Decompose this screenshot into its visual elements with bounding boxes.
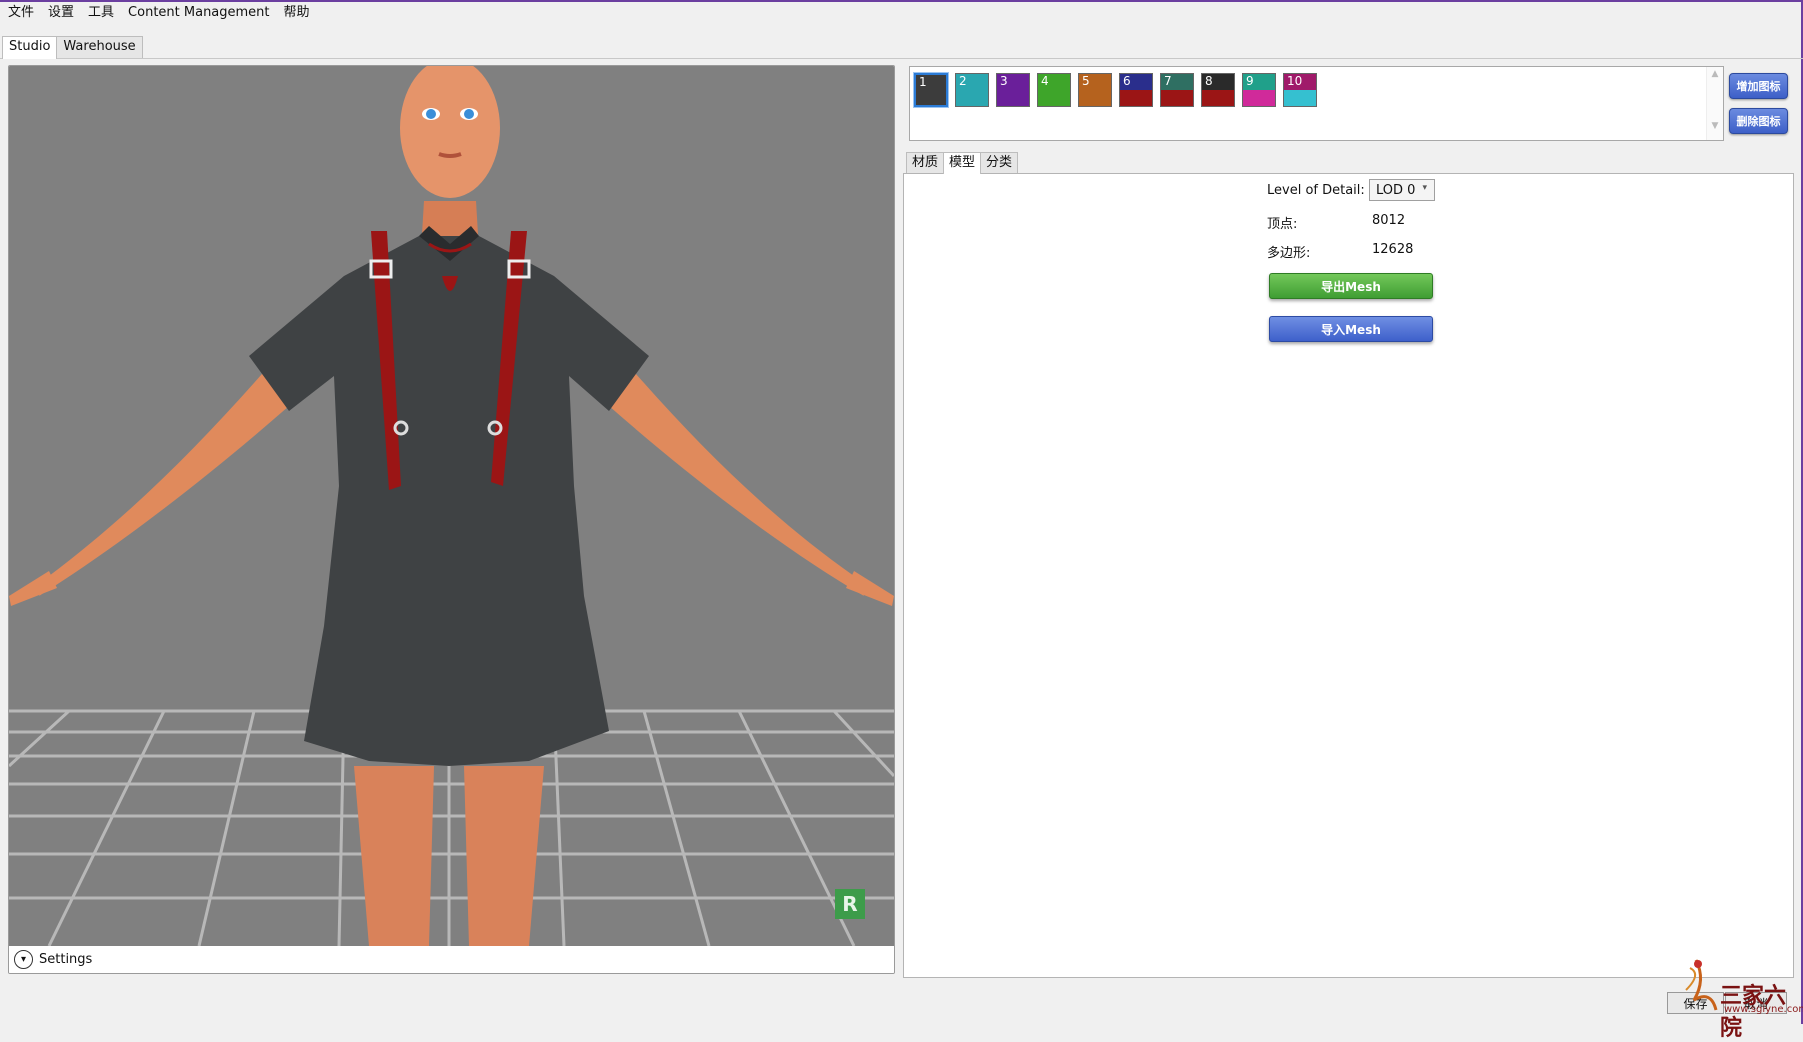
menu-settings[interactable]: 设置 [41, 2, 81, 24]
swatch-color-bottom [1120, 90, 1152, 106]
model-render [9, 66, 894, 946]
lod-dropdown[interactable]: LOD 0 ▾ [1369, 179, 1435, 201]
swatch-color-bottom [1243, 90, 1275, 106]
tab-model[interactable]: 模型 [943, 152, 982, 174]
swatch-10[interactable]: 10 [1283, 73, 1317, 107]
swatch-3[interactable]: 3 [996, 73, 1030, 107]
swatch-number: 7 [1164, 74, 1172, 88]
swatch-8[interactable]: 8 [1201, 73, 1235, 107]
swatch-5[interactable]: 5 [1078, 73, 1112, 107]
swatch-number: 6 [1123, 74, 1131, 88]
menu-help[interactable]: 帮助 [277, 2, 317, 24]
menu-bar: 文件 设置 工具 Content Management 帮助 [0, 2, 1800, 24]
swatch-color-bottom [1284, 90, 1316, 106]
swatch-9[interactable]: 9 [1242, 73, 1276, 107]
swatch-2[interactable]: 2 [955, 73, 989, 107]
swatch-4[interactable]: 4 [1037, 73, 1071, 107]
swatch-color-bottom [916, 90, 946, 105]
view-orientation-badge[interactable]: R [835, 889, 865, 919]
chevron-down-icon: ▾ [1422, 183, 1427, 193]
swatch-number: 1 [919, 75, 927, 89]
swatch-number: 8 [1205, 74, 1213, 88]
tab-studio[interactable]: Studio [2, 36, 58, 59]
menu-file[interactable]: 文件 [0, 2, 41, 24]
polygons-value: 12628 [1372, 242, 1414, 257]
3d-scene[interactable]: R [9, 66, 894, 946]
scroll-down-icon[interactable]: ▼ [1707, 121, 1723, 131]
menu-content-management[interactable]: Content Management [121, 2, 276, 24]
scroll-up-icon[interactable]: ▲ [1707, 69, 1723, 79]
tab-material[interactable]: 材质 [906, 152, 945, 173]
swatch-color-bottom [997, 90, 1029, 106]
lod-value: LOD 0 [1376, 182, 1416, 198]
swatch-number: 9 [1246, 74, 1254, 88]
vertices-label: 顶点: [1267, 217, 1298, 232]
settings-label[interactable]: Settings [39, 952, 92, 967]
add-swatch-button[interactable]: 增加图标 [1729, 73, 1788, 99]
swatch-7[interactable]: 7 [1160, 73, 1194, 107]
swatch-color-bottom [1161, 90, 1193, 106]
import-mesh-button[interactable]: 导入Mesh [1269, 316, 1433, 342]
polygons-label: 多边形: [1267, 246, 1311, 261]
menu-tools[interactable]: 工具 [81, 2, 121, 24]
swatch-color-bottom [956, 90, 988, 106]
watermark-url: www.sgiyne.com [1724, 1004, 1803, 1015]
swatch-number: 4 [1041, 74, 1049, 88]
lod-label: Level of Detail: [1267, 183, 1365, 198]
tab-category[interactable]: 分类 [980, 152, 1019, 173]
swatch-number: 3 [1000, 74, 1008, 88]
main-tab-bar: Studio Warehouse [2, 36, 143, 59]
swatch-number: 2 [959, 74, 967, 88]
swatch-6[interactable]: 6 [1119, 73, 1153, 107]
swatch-scrollbar[interactable]: ▲ ▼ [1706, 67, 1723, 140]
delete-swatch-button[interactable]: 删除图标 [1729, 108, 1788, 134]
swatch-panel: 1 2 3 4 5 6 7 8 9 10 ▲ ▼ [909, 66, 1724, 141]
settings-bar[interactable]: ▾ Settings [9, 946, 894, 973]
swatch-color-bottom [1038, 90, 1070, 106]
chevron-down-icon[interactable]: ▾ [14, 950, 33, 969]
swatch-color-bottom [1079, 90, 1111, 106]
tab-divider [0, 58, 1803, 59]
swatch-color-bottom [1202, 90, 1234, 106]
vertices-value: 8012 [1372, 213, 1406, 228]
swatch-1[interactable]: 1 [914, 73, 948, 107]
swatch-number: 5 [1082, 74, 1090, 88]
export-mesh-button[interactable]: 导出Mesh [1269, 273, 1433, 299]
3d-viewport[interactable]: R ▾ Settings [8, 65, 895, 974]
tab-warehouse[interactable]: Warehouse [56, 36, 143, 58]
swatch-number: 10 [1287, 74, 1303, 88]
sub-tab-bar: 材质 模型 分类 [906, 152, 1019, 174]
